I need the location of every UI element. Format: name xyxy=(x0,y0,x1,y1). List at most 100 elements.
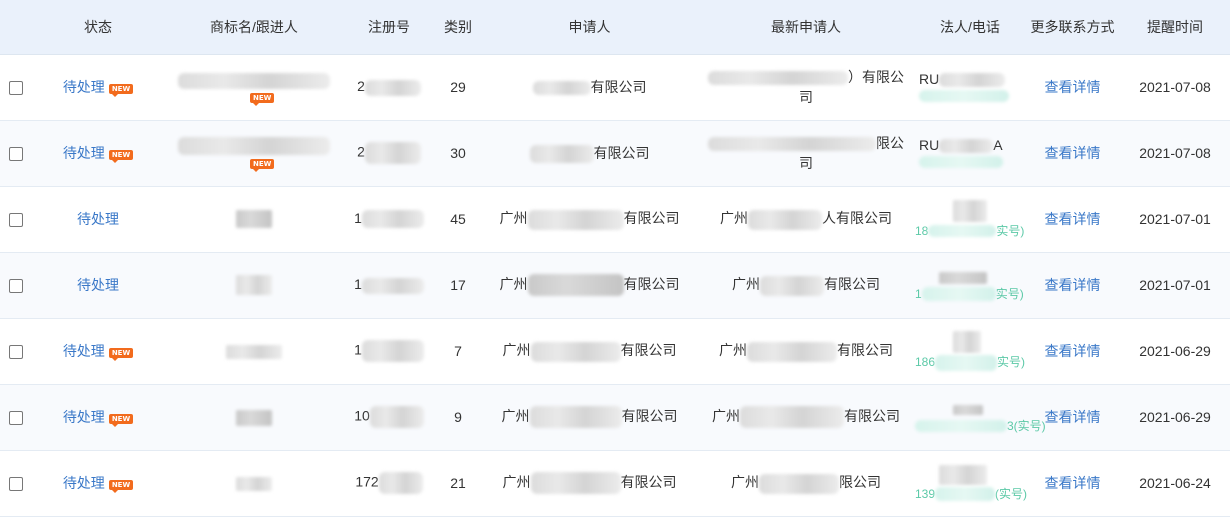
applicant-tail: 有限公司 xyxy=(593,144,650,161)
legal-phone-cell: 186 实号) xyxy=(915,318,1025,384)
new-badge: NEW xyxy=(250,92,274,106)
trademark-cell: NEW xyxy=(164,120,344,186)
view-details-link[interactable]: 查看详情 xyxy=(1045,475,1101,491)
status-link[interactable]: 待处理 xyxy=(63,475,105,491)
legal-person-redacted xyxy=(939,271,987,284)
reg-no-prefix: 172 xyxy=(355,473,379,490)
row-select-cell[interactable] xyxy=(0,120,32,186)
row-select-cell[interactable] xyxy=(0,252,32,318)
view-details-link[interactable]: 查看详情 xyxy=(1045,79,1101,95)
more-contact-cell: 查看详情 xyxy=(1025,186,1120,252)
row-checkbox[interactable] xyxy=(9,81,23,96)
row-checkbox[interactable] xyxy=(9,477,23,492)
applicant-redacted xyxy=(527,209,624,230)
row-select-cell[interactable] xyxy=(0,54,32,120)
view-details-link[interactable]: 查看详情 xyxy=(1045,145,1101,161)
row-checkbox[interactable] xyxy=(9,147,23,162)
view-details-link[interactable]: 查看详情 xyxy=(1045,277,1101,293)
category-cell: 21 xyxy=(450,475,466,491)
status-link[interactable]: 待处理 xyxy=(63,409,105,425)
reg-no-redacted xyxy=(361,340,424,362)
phone-head: 18 xyxy=(915,223,929,238)
reg-no-redacted xyxy=(369,406,424,428)
status-link[interactable]: 待处理 xyxy=(63,79,105,95)
new-badge: NEW xyxy=(108,348,134,361)
new-badge: NEW xyxy=(108,480,134,493)
latest-applicant-redacted xyxy=(760,275,824,296)
row-select-cell[interactable] xyxy=(0,384,32,450)
status-cell: 待处理 NEW xyxy=(32,450,164,516)
phone-redacted xyxy=(919,156,1003,169)
applicant-head: 广州 xyxy=(499,210,528,227)
applicant-redacted xyxy=(527,274,624,297)
row-checkbox[interactable] xyxy=(9,279,23,294)
reg-no-cell: 172 xyxy=(344,450,434,516)
category-cell: 17 xyxy=(450,277,466,293)
status-cell: 待处理 NEW xyxy=(32,120,164,186)
header-more-contact: 更多联系方式 xyxy=(1025,0,1120,55)
status-cell: 待处理 NEW xyxy=(32,384,164,450)
applicant-redacted xyxy=(530,341,621,362)
legal-person-redacted xyxy=(953,404,983,415)
remind-time-cell: 2021-07-01 xyxy=(1139,211,1211,227)
row-select-cell[interactable] xyxy=(0,186,32,252)
latest-applicant-head: 广州 xyxy=(732,276,760,293)
category-cell: 29 xyxy=(450,79,466,95)
table-row: 待处理 NEW 10 9 广州 有限公司 广州 有限公司 3(实号) 查看详情 202… xyxy=(0,384,1230,450)
row-select-cell[interactable] xyxy=(0,450,32,516)
applicant-tail: 有限公司 xyxy=(621,407,678,424)
applicant-tail: 有限公司 xyxy=(620,473,677,490)
latest-applicant-head: 广州 xyxy=(719,342,747,359)
status-link[interactable]: 待处理 xyxy=(63,343,105,359)
applicant-redacted xyxy=(529,406,622,429)
latest-applicant-cell: 限公 司 xyxy=(697,120,915,186)
applicant-cell: 有限公司 xyxy=(482,120,697,186)
legal-phone-cell: 139 (实号) xyxy=(915,450,1027,516)
more-contact-cell: 查看详情 xyxy=(1025,384,1120,450)
latest-applicant-line2: 司 xyxy=(799,89,813,105)
phone-head: 186 xyxy=(915,355,936,370)
trademark-redacted xyxy=(236,409,272,426)
trademark-cell xyxy=(164,318,344,384)
row-checkbox[interactable] xyxy=(9,411,23,426)
header-remind-time: 提醒时间 xyxy=(1120,0,1230,55)
legal-person-redacted xyxy=(939,139,994,154)
reg-no-prefix: 1 xyxy=(354,341,362,358)
header-latest-applicant: 最新申请人 xyxy=(697,0,915,55)
reg-no-redacted xyxy=(361,210,424,229)
phone-redacted xyxy=(935,486,996,501)
status-link[interactable]: 待处理 xyxy=(77,211,119,227)
reg-no-prefix: 10 xyxy=(354,407,370,424)
row-select-cell[interactable] xyxy=(0,318,32,384)
trademark-cell xyxy=(164,384,344,450)
new-badge: NEW xyxy=(108,150,134,163)
status-link[interactable]: 待处理 xyxy=(77,277,119,293)
applicant-redacted xyxy=(529,145,594,164)
trademark-redacted xyxy=(236,210,272,229)
latest-applicant-tail: ）有限公 xyxy=(848,69,904,85)
view-details-link[interactable]: 查看详情 xyxy=(1045,211,1101,227)
category-cell: 45 xyxy=(450,211,466,227)
legal-phone-cell: RU xyxy=(915,54,1025,120)
trademark-redacted xyxy=(178,72,330,89)
row-checkbox[interactable] xyxy=(9,345,23,360)
legal-person-redacted xyxy=(939,73,1006,88)
trademark-cell: NEW xyxy=(164,54,344,120)
reg-no-redacted xyxy=(378,472,423,494)
status-link[interactable]: 待处理 xyxy=(63,145,105,161)
more-contact-cell: 查看详情 xyxy=(1025,450,1120,516)
phone-redacted xyxy=(921,286,996,301)
phone-tail: 实号) xyxy=(995,286,1024,301)
table-row: 待处理NEW NEW 2 29 有限公司 ）有限公 司 RU 查看详情 202 xyxy=(0,54,1230,120)
applicant-head: 广州 xyxy=(501,407,530,424)
remind-time-cell: 2021-07-08 xyxy=(1139,145,1211,161)
view-details-link[interactable]: 查看详情 xyxy=(1045,409,1101,425)
legal-person-suffix: A xyxy=(993,136,1003,153)
view-details-link[interactable]: 查看详情 xyxy=(1045,343,1101,359)
status-cell: 待处理 NEW xyxy=(32,54,164,120)
applicant-cell: 广州 有限公司 xyxy=(482,450,697,516)
row-checkbox[interactable] xyxy=(9,213,23,228)
reg-no-prefix: 1 xyxy=(354,276,362,293)
latest-applicant-cell: 广州 人有限公司 xyxy=(697,186,915,252)
legal-phone-cell: 18 实号) xyxy=(915,186,1025,252)
